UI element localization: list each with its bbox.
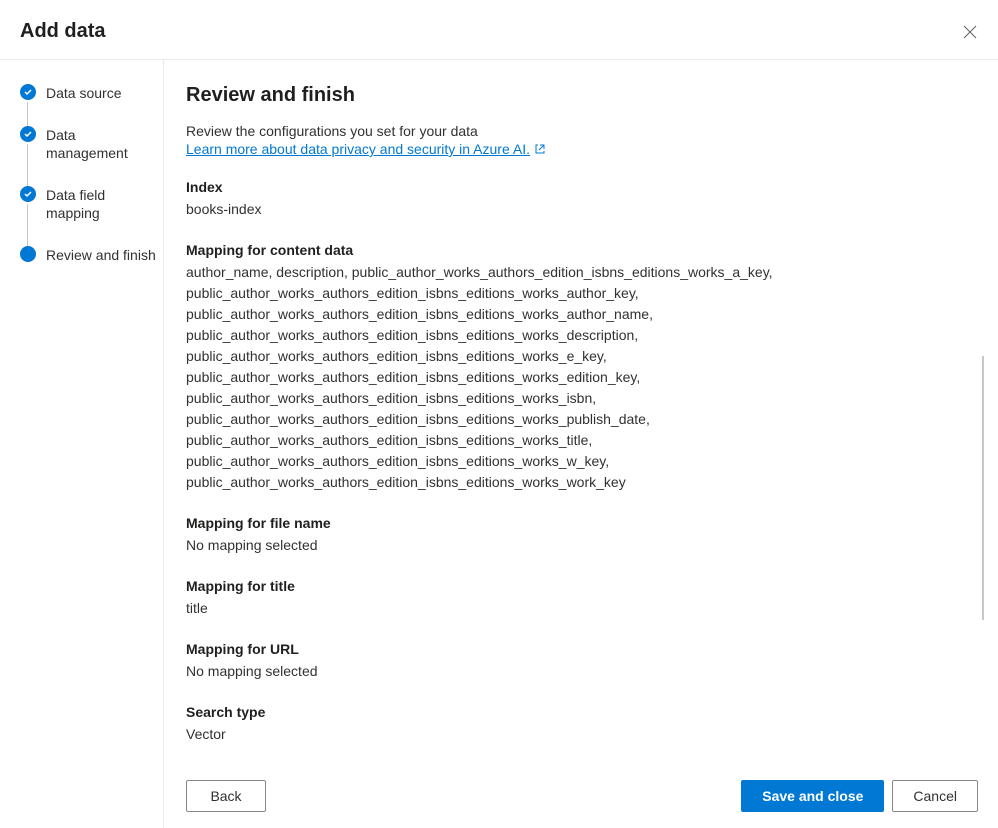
- section-value: Vector: [186, 724, 946, 745]
- step-current-icon: [20, 246, 36, 262]
- step-check-icon: [20, 84, 36, 100]
- step-label: Review and finish: [46, 246, 156, 264]
- step-data-field-mapping[interactable]: Data field mapping: [20, 186, 163, 246]
- section-title-mapping: Mapping for title title: [186, 578, 978, 619]
- learn-more-link[interactable]: Learn more about data privacy and securi…: [186, 141, 546, 157]
- section-label: Index: [186, 179, 978, 195]
- save-and-close-button[interactable]: Save and close: [741, 780, 884, 812]
- external-link-icon: [534, 143, 546, 155]
- main-area: Review and finish Review the configurati…: [164, 60, 998, 828]
- link-text: Learn more about data privacy and securi…: [186, 141, 530, 157]
- wizard-steps-sidebar: Data source Data management Data field m…: [0, 60, 164, 828]
- section-label: Mapping for title: [186, 578, 978, 594]
- section-value: No mapping selected: [186, 661, 946, 682]
- section-label: Mapping for content data: [186, 242, 978, 258]
- cancel-button[interactable]: Cancel: [892, 780, 978, 812]
- section-value: author_name, description, public_author_…: [186, 262, 946, 493]
- main-scroll[interactable]: Review and finish Review the configurati…: [164, 60, 998, 764]
- step-review-and-finish[interactable]: Review and finish: [20, 246, 163, 264]
- page-subtitle: Review the configurations you set for yo…: [186, 123, 978, 139]
- section-label: Mapping for file name: [186, 515, 978, 531]
- section-url-mapping: Mapping for URL No mapping selected: [186, 641, 978, 682]
- section-index: Index books-index: [186, 179, 978, 220]
- section-content-mapping: Mapping for content data author_name, de…: [186, 242, 978, 493]
- section-label: Search type: [186, 704, 978, 720]
- step-check-icon: [20, 186, 36, 202]
- content-wrapper: Data source Data management Data field m…: [0, 60, 998, 828]
- step-list: Data source Data management Data field m…: [20, 84, 163, 264]
- dialog-footer: Back Save and close Cancel: [164, 764, 998, 828]
- section-value: title: [186, 598, 946, 619]
- step-label: Data field mapping: [46, 186, 156, 222]
- section-label: Mapping for URL: [186, 641, 978, 657]
- section-filename-mapping: Mapping for file name No mapping selecte…: [186, 515, 978, 556]
- section-value: books-index: [186, 199, 946, 220]
- scrollbar-indicator: [982, 356, 984, 620]
- footer-right: Save and close Cancel: [741, 780, 978, 812]
- section-search-type: Search type Vector: [186, 704, 978, 745]
- step-check-icon: [20, 126, 36, 142]
- close-icon[interactable]: [962, 24, 978, 40]
- dialog-header: Add data: [0, 0, 998, 60]
- step-data-source[interactable]: Data source: [20, 84, 163, 126]
- step-label: Data source: [46, 84, 121, 102]
- back-button[interactable]: Back: [186, 780, 266, 812]
- step-data-management[interactable]: Data management: [20, 126, 163, 186]
- step-label: Data management: [46, 126, 156, 162]
- dialog-title: Add data: [20, 20, 106, 43]
- page-title: Review and finish: [186, 84, 978, 107]
- section-value: No mapping selected: [186, 535, 946, 556]
